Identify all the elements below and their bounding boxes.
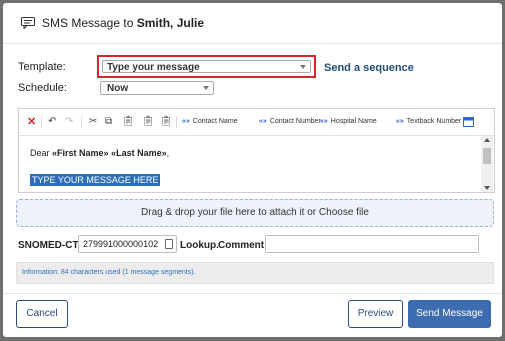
last-name-placeholder: «Last Name» <box>111 148 167 158</box>
source-icon[interactable] <box>463 117 474 127</box>
send-sequence-link[interactable]: Send a sequence <box>324 62 414 74</box>
schedule-select-value: Now <box>107 83 129 94</box>
template-label: Template: <box>18 61 66 73</box>
first-name-placeholder: «First Name» <box>52 148 109 158</box>
message-icon <box>21 17 35 29</box>
dialog-header: SMS Message to Smith, Julie <box>3 3 502 44</box>
schedule-select[interactable]: Now <box>100 81 214 95</box>
paste-word-icon[interactable]: 📋︎ <box>160 117 173 127</box>
dialog-title: SMS Message to Smith, Julie <box>42 16 205 30</box>
recipient-name: Smith, Julie <box>136 16 205 30</box>
paste-text-icon[interactable]: 📋︎ <box>142 117 155 127</box>
lookup-link[interactable]: Lookup. <box>180 240 219 251</box>
selected-message-text: TYPE YOUR MESSAGE HERE <box>30 174 161 186</box>
scroll-up-icon[interactable] <box>484 138 490 142</box>
insert-textback-number[interactable]: «» Textback Number <box>396 117 461 127</box>
snomed-value: 279991000000102 <box>83 239 159 249</box>
scrollbar-thumb[interactable] <box>483 148 491 164</box>
redo-icon[interactable]: ↷ <box>65 117 73 127</box>
greeting-line: Dear «First Name» «Last Name», <box>30 148 170 158</box>
comment-input[interactable] <box>265 235 479 253</box>
template-highlight: Type your message <box>97 55 316 78</box>
comment-label: Comment: <box>218 240 268 251</box>
insert-contact-number[interactable]: «» Contact Number <box>259 117 321 127</box>
scroll-down-icon[interactable] <box>484 186 490 190</box>
remove-format-icon[interactable]: ✕ <box>27 117 36 128</box>
template-select[interactable]: Type your message <box>102 60 311 73</box>
editor-toolbar: ✕ ↶ ↷ ✂ ⧉ 📋︎ 📋︎ 📋︎ «» Contact Name «» Cont… <box>19 109 494 136</box>
copy-icon[interactable]: ⧉ <box>105 117 112 127</box>
editor-body[interactable]: Dear «First Name» «Last Name», TYPE YOUR… <box>19 136 481 192</box>
cancel-button[interactable]: Cancel <box>16 300 68 328</box>
send-message-button[interactable]: Send Message <box>408 300 491 328</box>
sms-dialog: SMS Message to Smith, Julie Template: Ty… <box>3 3 502 337</box>
editor-scrollbar[interactable] <box>481 136 493 192</box>
list-icon[interactable] <box>165 239 173 249</box>
chevron-down-icon <box>300 65 306 69</box>
message-editor: ✕ ↶ ↷ ✂ ⧉ 📋︎ 📋︎ 📋︎ «» Contact Name «» Cont… <box>18 108 495 193</box>
toolbar-divider <box>81 116 82 128</box>
undo-icon[interactable]: ↶ <box>48 117 56 127</box>
toolbar-divider <box>41 116 42 128</box>
template-select-value: Type your message <box>107 62 200 73</box>
file-drop-zone[interactable]: Drag & drop your file here to attach it … <box>16 199 494 227</box>
paste-icon[interactable]: 📋︎ <box>122 117 135 127</box>
snomed-input[interactable]: 279991000000102 <box>78 235 177 253</box>
insert-contact-name[interactable]: «» Contact Name <box>182 117 238 127</box>
snomed-label: SNOMED-CT: <box>18 240 81 251</box>
footer-divider <box>3 293 502 294</box>
preview-button[interactable]: Preview <box>348 300 403 328</box>
chevron-down-icon <box>203 86 209 90</box>
insert-hospital-name[interactable]: «» Hospital Name <box>320 117 377 127</box>
info-bar: Information: 84 characters used (1 messa… <box>16 262 494 284</box>
schedule-label: Schedule: <box>18 82 67 94</box>
cut-icon[interactable]: ✂ <box>89 117 97 127</box>
toolbar-divider <box>176 116 177 128</box>
